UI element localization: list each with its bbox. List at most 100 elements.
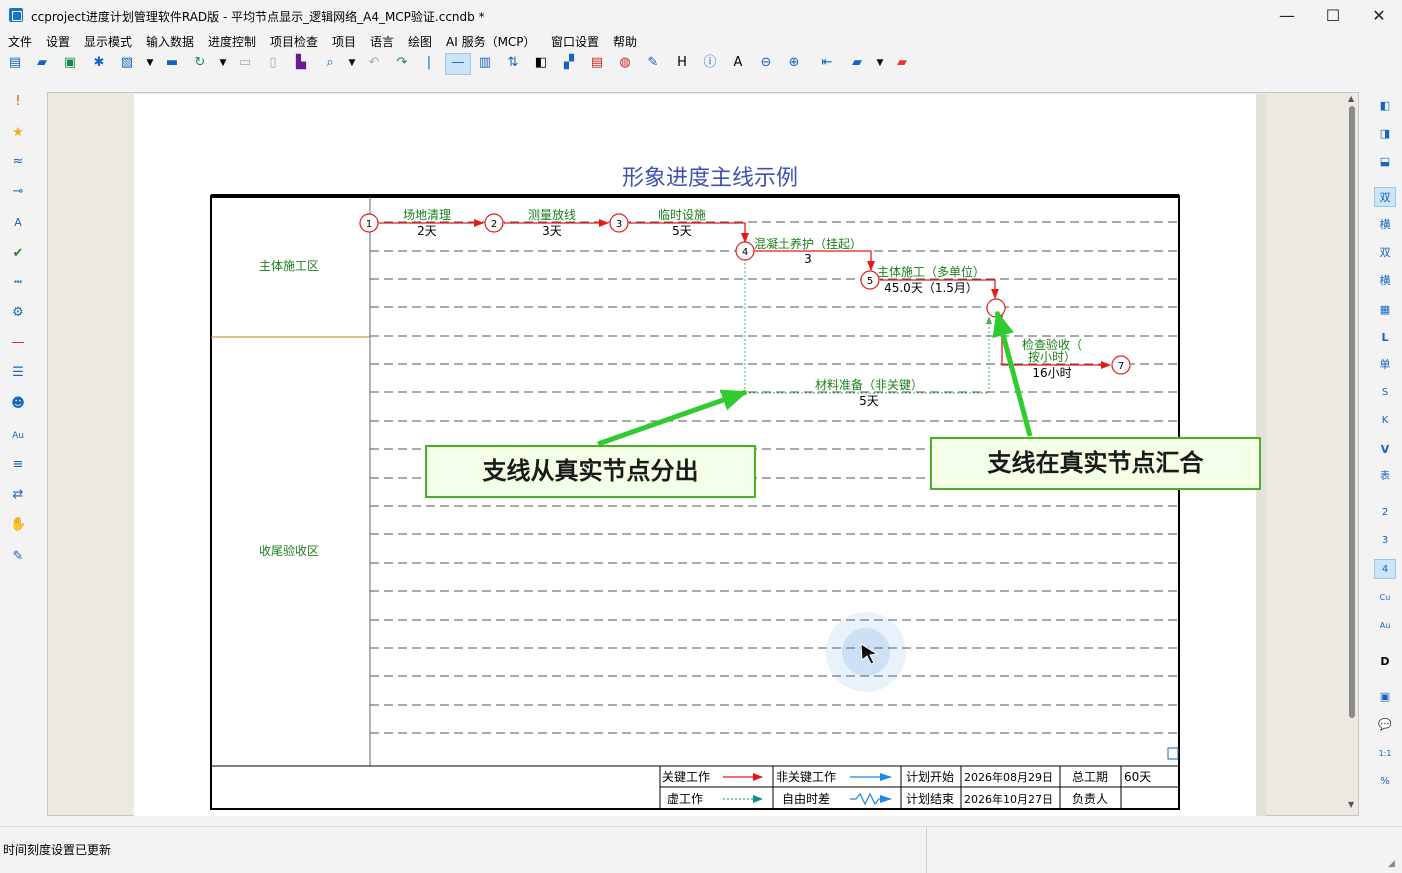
maximize-button[interactable]: ☐ (1310, 0, 1356, 31)
d-button[interactable]: D (1374, 652, 1396, 672)
au-icon[interactable]: Au (10, 428, 26, 444)
text-icon[interactable]: A (731, 56, 745, 70)
folder-icon[interactable]: ▰ (850, 56, 864, 70)
horizontal-line-icon[interactable]: — (451, 56, 465, 70)
link-arrow-icon[interactable]: ⊸ (10, 184, 26, 200)
save-icon[interactable]: ▣ (63, 56, 77, 70)
check-icon[interactable]: ✔ (10, 246, 26, 262)
brush-icon[interactable]: ▞ (562, 56, 576, 70)
font-icon[interactable]: A (10, 215, 26, 231)
chevron-down-icon[interactable]: ▼ (873, 56, 887, 70)
document-check-icon[interactable]: ▤ (590, 56, 604, 70)
undo-icon[interactable]: ↶ (367, 56, 381, 70)
print-icon[interactable]: ▬ (165, 56, 179, 70)
refresh-icon[interactable]: ↻ (193, 56, 207, 70)
calendar-icon[interactable]: ▣ (1374, 687, 1396, 707)
chevron-down-icon[interactable]: ▼ (216, 56, 230, 70)
open-folder-icon[interactable]: ▰ (35, 56, 49, 70)
redo-icon[interactable]: ↷ (395, 56, 409, 70)
activity-duration: 5天 (859, 394, 879, 408)
palette-icon[interactable]: ◍ (618, 56, 632, 70)
swap-icon[interactable]: ⇄ (10, 487, 26, 503)
header-icon[interactable]: H (675, 56, 689, 70)
gear-icon[interactable]: ⚙ (10, 305, 26, 321)
menu-language[interactable]: 语言 (370, 33, 394, 50)
panel-left-icon[interactable]: ◧ (1374, 96, 1396, 116)
level-3-button[interactable]: 3 (1374, 531, 1396, 551)
close-button[interactable]: ✕ (1356, 0, 1402, 31)
collapse-icon[interactable]: ⇤ (820, 56, 834, 70)
panel-bottom-icon[interactable]: ⬓ (1374, 152, 1396, 172)
hand-icon[interactable]: ✋ (10, 517, 26, 533)
zone-main-construction: 主体施工区 (259, 259, 319, 273)
horizontal-button[interactable]: 横 (1374, 215, 1396, 235)
resize-grip-icon[interactable]: ◢ (1388, 859, 1395, 869)
menu-draw[interactable]: 绘图 (408, 33, 432, 50)
table-button[interactable]: 表 (1374, 467, 1396, 487)
contrast-icon[interactable]: ◧ (534, 56, 548, 70)
legend-dummy-label: 虚工作 (667, 792, 703, 806)
vertical-scrollbar[interactable]: ▲ ▼ (1347, 94, 1357, 816)
activity-arrow-4-5[interactable] (755, 250, 875, 271)
red-folder-icon[interactable]: ▰ (895, 56, 909, 70)
menu-project[interactable]: 项目 (332, 33, 356, 50)
menu-settings[interactable]: 设置 (46, 33, 70, 50)
menu-help[interactable]: 帮助 (613, 33, 637, 50)
users-icon[interactable]: ☻ (10, 396, 26, 412)
paste-icon[interactable]: ▯ (266, 56, 280, 70)
plan-end-label: 计划结束 (906, 792, 954, 806)
exclamation-icon[interactable]: ! (10, 94, 26, 110)
chevron-down-icon[interactable]: ▼ (143, 56, 157, 70)
minimize-button[interactable]: — (1264, 0, 1310, 31)
menu-window-settings[interactable]: 窗口设置 (551, 33, 599, 50)
info-icon[interactable]: ⓘ (703, 56, 717, 70)
table-icon[interactable]: ▦ (1374, 300, 1396, 320)
list-sort-icon[interactable]: ☰ (10, 365, 26, 381)
k-button[interactable]: K (1374, 411, 1396, 431)
menu-ai-service[interactable]: AI 服务（MCP） (446, 33, 536, 50)
double-code-button[interactable]: 双 (1374, 187, 1396, 207)
copy-icon[interactable]: ▭ (238, 56, 252, 70)
export-image-icon[interactable]: ▧ (120, 56, 134, 70)
asterisk-icon[interactable]: ✱ (92, 56, 106, 70)
percent-button[interactable]: % (1374, 772, 1396, 792)
search-icon[interactable]: ⌕ (323, 56, 337, 70)
menu-progress-control[interactable]: 进度控制 (208, 33, 256, 50)
pen-icon[interactable]: ✎ (10, 549, 26, 565)
new-file-icon[interactable]: ▤ (8, 56, 22, 70)
s-button[interactable]: S (1374, 383, 1396, 403)
panel-right-icon[interactable]: ◨ (1374, 124, 1396, 144)
columns-icon[interactable]: ▥ (478, 56, 492, 70)
menu-input-data[interactable]: 输入数据 (146, 33, 194, 50)
double-code-alt-button[interactable]: 双 (1374, 243, 1396, 263)
level-2-button[interactable]: 2 (1374, 503, 1396, 523)
star-icon[interactable]: ★ (10, 125, 26, 141)
cu-button[interactable]: Cu (1374, 588, 1396, 608)
scroll-up-icon[interactable]: ▲ (1348, 94, 1354, 103)
comment-icon[interactable]: 💬 (1374, 715, 1396, 735)
horizontal-alt-button[interactable]: 横 (1374, 271, 1396, 291)
filter-icon[interactable]: ≡ (10, 457, 26, 473)
single-button[interactable]: 单 (1374, 355, 1396, 375)
level-4-button[interactable]: 4 (1374, 559, 1396, 579)
minus-icon[interactable]: — (10, 335, 26, 351)
scroll-down-icon[interactable]: ▼ (1348, 800, 1354, 809)
ratio-button[interactable]: 1:1 (1374, 744, 1396, 764)
format-painter-icon[interactable]: ▙ (294, 56, 308, 70)
chevron-down-icon[interactable]: ▼ (345, 56, 359, 70)
list-icon[interactable] (1167, 747, 1179, 760)
menu-project-check[interactable]: 项目检查 (270, 33, 318, 50)
edit-doc-icon[interactable]: ✎ (646, 56, 660, 70)
menu-display-mode[interactable]: 显示模式 (84, 33, 132, 50)
l-button[interactable]: L (1374, 328, 1396, 348)
sort-icon[interactable]: ⇅ (506, 56, 520, 70)
v-button[interactable]: V (1374, 440, 1396, 460)
scroll-thumb[interactable] (1349, 106, 1355, 718)
wave-icon[interactable]: ≈ (10, 154, 26, 170)
legend-float-label: 自由时差 (782, 792, 830, 806)
menu-file[interactable]: 文件 (8, 33, 32, 50)
au-button[interactable]: Au (1374, 616, 1396, 636)
zoom-in-icon[interactable]: ⊕ (787, 56, 801, 70)
dotted-line-icon[interactable]: ┅ (10, 275, 26, 291)
zoom-out-icon[interactable]: ⊖ (759, 56, 773, 70)
